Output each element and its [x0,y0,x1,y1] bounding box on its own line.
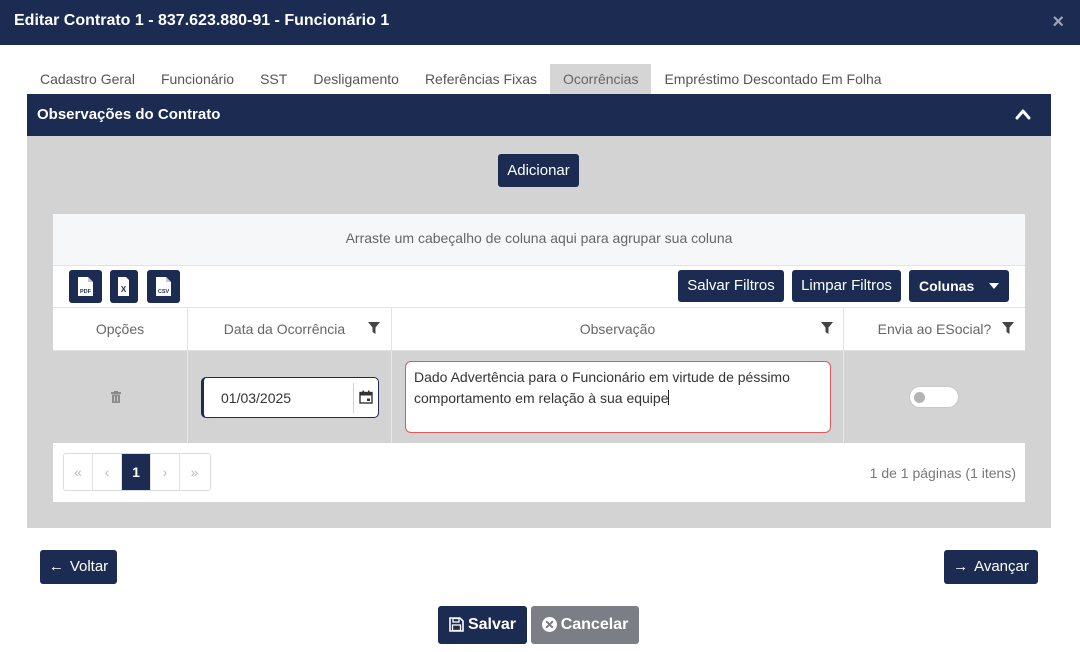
filter-icon[interactable] [821,322,833,334]
cancel-circle-icon [541,617,557,632]
calendar-icon[interactable] [359,390,373,404]
back-button[interactable]: ← Voltar [40,550,117,584]
next-button[interactable]: → Avançar [944,550,1038,584]
save-filters-button[interactable]: Salvar Filtros [678,270,784,302]
observation-cell: Dado Advertência para o Funcionário em v… [392,351,844,443]
last-page-button[interactable]: » [180,454,209,490]
cancel-button[interactable]: Cancelar [531,606,639,644]
floppy-disk-icon [449,617,464,632]
first-page-button[interactable]: « [64,454,93,490]
tab-referencias-fixas[interactable]: Referências Fixas [412,64,550,94]
table-row: 01/03/2025 Dado Advertência para o Funci… [53,351,1025,443]
observation-text: Dado Advertência para o Funcionário em v… [414,369,790,406]
grid-header-row: Opções Data da Ocorrência Observação Env… [53,307,1025,351]
next-label: Avançar [974,558,1029,575]
esocial-toggle[interactable] [909,386,959,408]
caret-down-icon [989,283,999,289]
panel-header: Observações do Contrato [27,94,1051,136]
column-header-esocial[interactable]: Envia ao ESocial? [844,308,1025,351]
excel-export-icon[interactable]: X [110,270,138,303]
column-header-esocial-label: Envia ao ESocial? [877,321,992,337]
back-label: Voltar [69,558,109,575]
csv-export-icon[interactable]: CSV [147,270,180,303]
excel-label: X [121,285,127,294]
column-header-observation-label: Observação [579,321,656,337]
date-input-separator [353,383,354,413]
panel-title: Observações do Contrato [37,106,221,123]
add-button[interactable]: Adicionar [498,154,579,187]
panel-body: Adicionar Arraste um cabeçalho de coluna… [27,136,1051,528]
columns-label: Colunas [919,278,975,294]
tab-funcionario[interactable]: Funcionário [148,64,247,94]
occurrence-date-value: 01/03/2025 [221,390,292,406]
column-header-date[interactable]: Data da Ocorrência [188,308,392,351]
prev-page-button[interactable]: ‹ [93,454,122,490]
columns-dropdown-button[interactable]: Colunas [909,270,1009,302]
toggle-knob [914,392,925,403]
column-header-options[interactable]: Opções [53,308,188,351]
pdf-label: PDF [80,289,92,295]
trash-icon[interactable] [111,391,121,403]
column-header-options-label: Opções [95,321,145,337]
filter-icon[interactable] [368,322,380,334]
modal-title: Editar Contrato 1 - 837.623.880-91 - Fun… [14,12,390,29]
csv-label: CSV [158,289,170,295]
filter-icon[interactable] [1002,322,1014,334]
date-cell: 01/03/2025 [188,351,392,443]
occurrence-date-input[interactable]: 01/03/2025 [201,377,379,418]
observation-textarea[interactable]: Dado Advertência para o Funcionário em v… [405,361,831,433]
save-label: Salvar [467,616,517,633]
close-icon[interactable]: × [1052,12,1064,32]
text-caret [668,390,670,405]
tab-desligamento[interactable]: Desligamento [300,64,412,94]
next-page-button[interactable]: › [151,454,180,490]
tab-ocorrencias[interactable]: Ocorrências [549,64,652,94]
arrow-right-icon: → [953,558,969,575]
pagination-info: 1 de 1 páginas (1 itens) [869,465,1016,481]
pdf-export-icon[interactable]: PDF [69,270,102,303]
pagination: « ‹ 1 › » [63,453,211,491]
tab-bar: Cadastro Geral Funcionário SST Desligame… [27,64,895,94]
data-grid: Arraste um cabeçalho de coluna aqui para… [53,214,1025,502]
arrow-left-icon: ← [48,558,64,575]
column-header-date-label: Data da Ocorrência [223,321,346,337]
tab-emprestimo-descontado[interactable]: Empréstimo Descontado Em Folha [651,64,894,94]
cancel-label: Cancelar [560,616,629,633]
page-1-button[interactable]: 1 [122,454,151,490]
modal-header: Editar Contrato 1 - 837.623.880-91 - Fun… [0,0,1080,45]
esocial-cell [844,351,1025,443]
chevron-up-icon[interactable] [1015,107,1031,121]
group-panel-hint: Arraste um cabeçalho de coluna aqui para… [53,214,1025,266]
options-cell [53,351,188,443]
tab-sst[interactable]: SST [247,64,300,94]
clear-filters-button[interactable]: Limpar Filtros [792,270,901,302]
column-header-observation[interactable]: Observação [392,308,844,351]
tab-cadastro-geral[interactable]: Cadastro Geral [27,64,148,94]
save-button[interactable]: Salvar [438,606,527,644]
